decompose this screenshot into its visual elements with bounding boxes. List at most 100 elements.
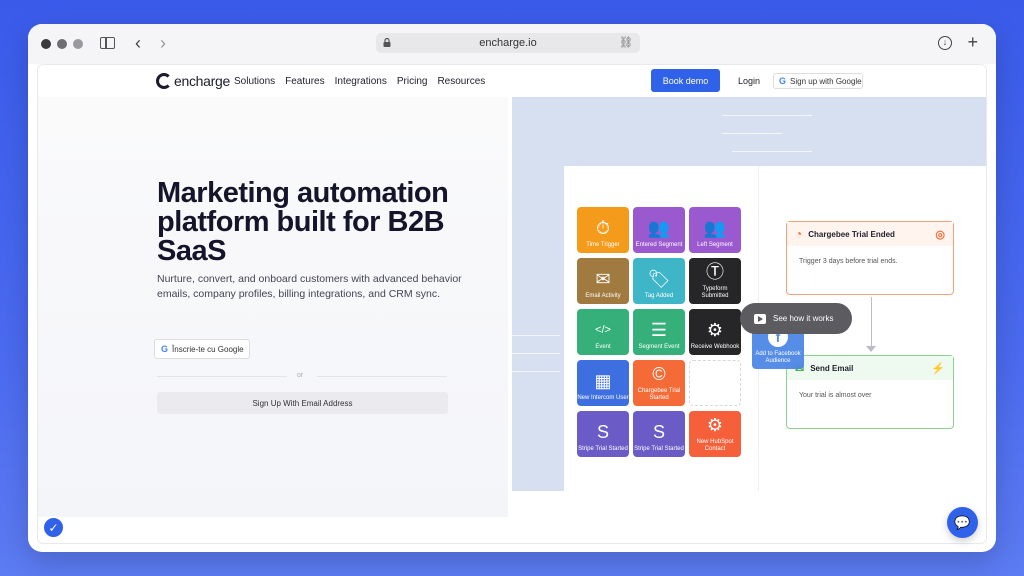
maximize-window-button[interactable] xyxy=(73,39,83,49)
encharge-logo[interactable]: encharge xyxy=(156,73,230,89)
card-header: ✉ Send Email ⚡ xyxy=(787,356,953,380)
link-icon[interactable]: ⛓ xyxy=(619,36,633,49)
tile-label: Stripe Trial Started xyxy=(578,446,628,452)
url-text: encharge.io xyxy=(479,37,537,49)
arrow-down-icon xyxy=(866,346,876,352)
webhook-icon: ⚙ xyxy=(706,320,724,340)
card-body: Your trial is almost over xyxy=(799,392,872,399)
forward-arrow-icon[interactable]: › xyxy=(160,34,166,52)
tile-label: Event xyxy=(595,344,611,350)
hubspot-icon: ⚙ xyxy=(706,415,724,435)
menu-resources[interactable]: Resources xyxy=(437,76,485,87)
play-icon xyxy=(754,313,766,324)
accessibility-badge-icon[interactable]: ✓ xyxy=(42,516,65,539)
trigger-tile[interactable]: 👥 Left Segment xyxy=(689,207,741,253)
google-cta-label: Înscrie-te cu Google xyxy=(172,344,244,354)
divider-line xyxy=(157,376,287,377)
or-divider: or xyxy=(157,372,447,382)
decor-line xyxy=(512,371,560,372)
menu-pricing[interactable]: Pricing xyxy=(397,76,428,87)
tile-label: Left Segment xyxy=(697,242,733,248)
minimize-window-button[interactable] xyxy=(57,39,67,49)
trigger-tile[interactable]: ⏱ Time Trigger xyxy=(577,207,629,253)
see-how-it-works-button[interactable]: See how it works xyxy=(740,303,852,334)
encharge-logo-icon xyxy=(156,73,172,89)
trigger-tile[interactable]: S Stripe Trial Started xyxy=(633,411,685,457)
intercom-icon: ▦ xyxy=(594,371,612,391)
trigger-tile[interactable]: Ⓣ Typeform Submitted xyxy=(689,258,741,304)
google-signup-cta[interactable]: G Înscrie-te cu Google xyxy=(154,339,250,359)
hero-title: Marketing automation platform built for … xyxy=(157,177,449,267)
book-demo-button[interactable]: Book demo xyxy=(651,69,720,92)
chat-bubble-icon[interactable]: 💬 xyxy=(947,507,978,538)
lock-icon xyxy=(383,38,391,47)
bolt-icon: ⚡ xyxy=(931,362,945,375)
card-body: Trigger 3 days before trial ends. xyxy=(799,258,898,265)
trigger-tile[interactable]: ▦ New Intercom User xyxy=(577,360,629,406)
decor-line xyxy=(732,151,812,152)
chargebee-icon: © xyxy=(652,364,666,384)
google-signup-label: Sign up with Google xyxy=(790,76,862,86)
segment-event-icon: ☰ xyxy=(650,320,668,340)
tile-label: Tag Added xyxy=(644,293,674,299)
stripe-icon: S xyxy=(652,422,665,442)
tile-label: Add to Facebook Audience xyxy=(755,351,801,364)
trigger-tile[interactable]: </> Event xyxy=(577,309,629,355)
tile-label: Segment Event xyxy=(638,344,680,350)
decor-line xyxy=(512,335,560,336)
chargebee-icon: ◔ xyxy=(795,227,803,241)
see-how-label: See how it works xyxy=(773,314,834,323)
tile-label: Time Trigger xyxy=(586,242,620,248)
menu-features[interactable]: Features xyxy=(285,76,324,87)
back-arrow-icon[interactable]: ‹ xyxy=(135,34,141,52)
download-icon[interactable]: ↓ xyxy=(938,36,952,50)
card-title: Send Email xyxy=(810,363,854,373)
timer-icon: ⏱ xyxy=(595,218,611,238)
trigger-tile[interactable]: ⚙ New HubSpot Contact xyxy=(689,411,741,457)
menu-solutions[interactable]: Solutions xyxy=(234,76,275,87)
flow-connector xyxy=(871,297,872,349)
tile-label: Stripe Trial Started xyxy=(634,446,684,452)
google-icon: G xyxy=(161,344,169,354)
card-title: Chargebee Trial Ended xyxy=(808,229,895,239)
decor-line xyxy=(512,353,560,354)
hero-subtitle: Nurture, convert, and onboard customers … xyxy=(157,273,462,300)
trigger-tile[interactable]: S Stripe Trial Started xyxy=(577,411,629,457)
sidebar-toggle-icon[interactable] xyxy=(100,37,115,49)
tile-label: Typeform Submitted xyxy=(701,286,729,299)
window-controls xyxy=(41,39,83,49)
divider-line xyxy=(317,376,447,377)
tile-label: New Intercom User xyxy=(577,395,629,401)
browser-toolbar: ‹ › encharge.io ⛓ ↓ + xyxy=(28,24,996,64)
google-signup-button[interactable]: G Sign up with Google xyxy=(773,73,863,89)
trigger-tile[interactable]: 🏷 Tag Added xyxy=(633,258,685,304)
chargebee-trial-ended-card[interactable]: ◔ Chargebee Trial Ended ◎ Trigger 3 days… xyxy=(786,221,954,295)
trigger-tile[interactable]: ✉ Email Activity xyxy=(577,258,629,304)
decor-line xyxy=(722,133,782,134)
login-link[interactable]: Login xyxy=(738,76,760,86)
tag-icon: 🏷 xyxy=(647,269,671,289)
empty-tile-slot[interactable] xyxy=(689,360,741,406)
tile-label: Chargebee Trial Started xyxy=(637,388,681,401)
tile-label: Entered Segment xyxy=(635,242,683,248)
email-signup-button[interactable]: Sign Up With Email Address xyxy=(157,392,448,414)
tile-label: Email Activity xyxy=(585,293,621,299)
trigger-tile[interactable]: ☰ Segment Event xyxy=(633,309,685,355)
typeform-icon: Ⓣ xyxy=(706,262,724,282)
new-tab-icon[interactable]: + xyxy=(967,32,978,53)
send-email-card[interactable]: ✉ Send Email ⚡ Your trial is almost over xyxy=(786,355,954,429)
google-icon: G xyxy=(779,76,787,86)
target-icon: ◎ xyxy=(935,228,945,241)
hero-background xyxy=(38,97,508,517)
close-window-button[interactable] xyxy=(41,39,51,49)
trigger-tile[interactable]: © Chargebee Trial Started xyxy=(633,360,685,406)
code-icon: </> xyxy=(595,324,611,336)
or-text: or xyxy=(297,372,304,379)
browser-window: ‹ › encharge.io ⛓ ↓ + encharge Solutions… xyxy=(28,24,996,552)
trigger-tile[interactable]: 👥 Entered Segment xyxy=(633,207,685,253)
address-bar[interactable]: encharge.io ⛓ xyxy=(376,33,640,53)
segment-enter-icon: 👥 xyxy=(647,218,671,238)
site-navigation: encharge Solutions Features Integrations… xyxy=(38,65,986,97)
trigger-tile[interactable]: ⚙ Receive Webhook xyxy=(689,309,741,355)
menu-integrations[interactable]: Integrations xyxy=(335,76,387,87)
